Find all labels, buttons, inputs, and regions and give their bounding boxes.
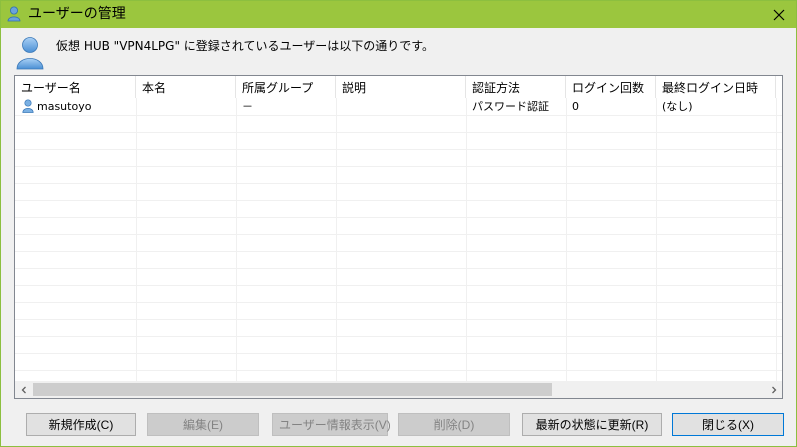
cell-description xyxy=(336,98,466,115)
empty-row xyxy=(15,319,782,337)
empty-row xyxy=(15,234,782,252)
empty-row xyxy=(15,251,782,269)
user-icon xyxy=(15,36,45,70)
delete-button[interactable]: 削除(D) xyxy=(398,413,510,436)
scroll-left-button[interactable] xyxy=(15,381,32,398)
column-header-auth-method[interactable]: 認証方法 xyxy=(466,76,566,98)
column-header-last-login[interactable]: 最終ログイン日時 xyxy=(656,76,776,98)
table-row[interactable]: masutoyo － パスワード認証 0 (なし) xyxy=(15,98,782,116)
empty-row xyxy=(15,115,782,133)
user-list[interactable]: ユーザー名 本名 所属グループ 説明 認証方法 ログイン回数 最終ログイン日時 xyxy=(14,75,783,399)
cell-auth-method: パスワード認証 xyxy=(472,100,549,113)
cell-last-login: (なし) xyxy=(662,100,693,113)
empty-row xyxy=(15,285,782,303)
close-button[interactable]: 閉じる(X) xyxy=(672,413,784,436)
header-message: 仮想 HUB "VPN4LPG" に登録されているユーザーは以下の通りです。 xyxy=(56,39,435,53)
close-icon xyxy=(773,9,785,20)
empty-row xyxy=(15,217,782,235)
user-icon xyxy=(7,6,21,22)
empty-row xyxy=(15,183,782,201)
cell-group: － xyxy=(242,100,253,113)
scrollbar-thumb[interactable] xyxy=(33,383,552,396)
refresh-button[interactable]: 最新の状態に更新(R) xyxy=(522,413,662,436)
column-header-group[interactable]: 所属グループ xyxy=(236,76,336,98)
column-header-description[interactable]: 説明 xyxy=(336,76,466,98)
empty-row xyxy=(15,132,782,150)
list-body: masutoyo － パスワード認証 0 (なし) xyxy=(15,98,782,382)
column-header-real-name[interactable]: 本名 xyxy=(136,76,236,98)
user-management-window: ユーザーの管理 仮想 HUB "VPN4LPG" に登録されているユーザーは以下… xyxy=(0,0,797,447)
list-header: ユーザー名 本名 所属グループ 説明 認証方法 ログイン回数 最終ログイン日時 xyxy=(15,76,782,98)
scroll-right-button[interactable] xyxy=(765,381,782,398)
column-header-login-count[interactable]: ログイン回数 xyxy=(566,76,656,98)
empty-row xyxy=(15,268,782,286)
cell-real-name xyxy=(136,98,236,115)
new-user-button[interactable]: 新規作成(C) xyxy=(26,413,136,436)
user-info-button[interactable]: ユーザー情報表示(V) xyxy=(272,413,391,436)
empty-row xyxy=(15,302,782,320)
horizontal-scrollbar[interactable] xyxy=(15,381,782,398)
column-header-user-name[interactable]: ユーザー名 xyxy=(15,76,136,98)
cell-user-name: masutoyo xyxy=(15,98,136,115)
empty-row xyxy=(15,200,782,218)
empty-row xyxy=(15,166,782,184)
empty-row xyxy=(15,149,782,167)
empty-row xyxy=(15,353,782,371)
empty-row xyxy=(15,336,782,354)
user-icon xyxy=(22,99,34,113)
close-window-button[interactable] xyxy=(762,1,796,28)
user-name-text: masutoyo xyxy=(37,100,92,113)
chevron-left-icon xyxy=(21,386,26,393)
window-title: ユーザーの管理 xyxy=(28,6,126,22)
cell-login-count: 0 xyxy=(572,100,579,113)
edit-button[interactable]: 編集(E) xyxy=(147,413,259,436)
chevron-right-icon xyxy=(771,386,776,393)
title-bar[interactable]: ユーザーの管理 xyxy=(1,1,796,28)
